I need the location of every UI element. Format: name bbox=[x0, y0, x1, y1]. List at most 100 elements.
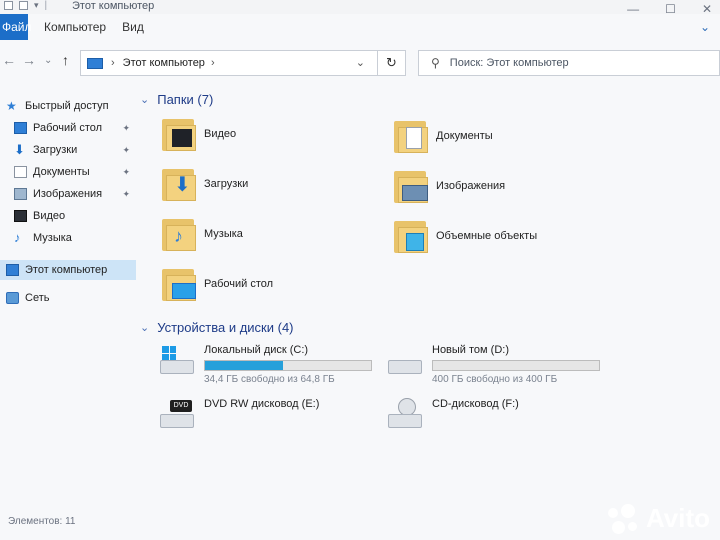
folder-item-video[interactable]: Видео bbox=[160, 112, 236, 156]
window-title: Этот компьютер bbox=[72, 0, 155, 12]
tab-file[interactable]: Файл bbox=[0, 14, 32, 40]
back-arrow-icon[interactable]: ← bbox=[2, 52, 16, 68]
drive-item-f[interactable]: CD-дисковод (F:) bbox=[386, 398, 519, 434]
navigation-pane: ★ Быстрый доступ Рабочий стол ✦ ⬇ Загруз… bbox=[0, 92, 136, 512]
folder-label: Документы bbox=[436, 130, 493, 142]
computer-icon bbox=[6, 264, 19, 276]
breadcrumb-chevron-icon[interactable]: › bbox=[211, 57, 215, 69]
quick-access-dropdown-icon[interactable]: ▾ bbox=[34, 0, 39, 11]
search-placeholder: Поиск: Этот компьютер bbox=[449, 57, 569, 69]
computer-icon bbox=[87, 57, 103, 69]
drive-name: Новый том (D:) bbox=[432, 344, 509, 356]
drive-free-space: 400 ГБ свободно из 400 ГБ bbox=[432, 374, 558, 385]
drive-usage-fill bbox=[205, 361, 284, 370]
avito-logo-icon bbox=[607, 503, 642, 534]
navigation-bar: ← → ⌄ ↑ › Этот компьютер › ⌄ ↻ ⚲ Поиск: … bbox=[0, 44, 720, 80]
pin-icon[interactable]: ✦ bbox=[122, 123, 130, 134]
documents-folder-icon bbox=[392, 117, 428, 155]
pictures-folder-icon bbox=[392, 167, 428, 205]
folder-label: Рабочий стол bbox=[204, 278, 274, 290]
windows-drive-icon bbox=[158, 344, 198, 380]
devices-group-header[interactable]: ⌄ Устройства и диски (4) bbox=[140, 320, 294, 335]
folder-label: Загрузки bbox=[204, 178, 249, 190]
collapse-chevron-icon[interactable]: ⌄ bbox=[140, 93, 149, 106]
sidebar-item-documents[interactable]: Документы ✦ bbox=[0, 162, 136, 182]
address-dropdown-icon[interactable]: ⌄ bbox=[356, 56, 365, 69]
status-item-count: Элементов: 11 bbox=[8, 516, 76, 527]
search-input[interactable]: ⚲ Поиск: Этот компьютер bbox=[418, 50, 720, 76]
tab-view[interactable]: Вид bbox=[122, 20, 144, 34]
drive-item-e[interactable]: DVD DVD RW дисковод (E:) bbox=[158, 398, 319, 434]
sidebar-item-label: Быстрый доступ bbox=[25, 100, 109, 112]
quick-access-toolbar: ▾ | bbox=[4, 0, 47, 11]
recent-locations-icon[interactable]: ⌄ bbox=[44, 55, 52, 66]
quick-access-new-folder-icon[interactable] bbox=[19, 1, 28, 10]
sidebar-item-label: Видео bbox=[33, 210, 66, 222]
sidebar-item-video[interactable]: Видео bbox=[0, 206, 136, 226]
sidebar-item-music[interactable]: ♪ Музыка bbox=[0, 228, 136, 248]
folder-label: Объемные объекты bbox=[436, 230, 538, 242]
breadcrumb-chevron-icon[interactable]: › bbox=[111, 57, 115, 69]
folder-label: Музыка bbox=[204, 228, 243, 240]
ribbon-tabs: Файл Компьютер Вид ⌄ bbox=[0, 14, 720, 40]
star-icon: ★ bbox=[6, 99, 17, 113]
folder-item-music[interactable]: ♪ Музыка bbox=[160, 212, 243, 256]
network-icon bbox=[6, 292, 19, 304]
drive-item-d[interactable]: Новый том (D:) 400 ГБ свободно из 400 ГБ bbox=[386, 344, 600, 385]
drive-name: Локальный диск (C:) bbox=[204, 344, 309, 356]
drive-usage-bar bbox=[204, 360, 372, 371]
sidebar-item-this-pc[interactable]: Этот компьютер bbox=[0, 260, 136, 280]
forward-arrow-icon[interactable]: → bbox=[22, 52, 36, 68]
folder-item-pictures[interactable]: Изображения bbox=[392, 164, 505, 208]
collapse-chevron-icon[interactable]: ⌄ bbox=[140, 321, 149, 334]
folder-item-downloads[interactable]: ⬇ Загрузки bbox=[160, 162, 248, 206]
sidebar-item-pictures[interactable]: Изображения ✦ bbox=[0, 184, 136, 204]
breadcrumb-this-pc[interactable]: Этот компьютер bbox=[123, 57, 205, 69]
sidebar-item-label: Загрузки bbox=[33, 144, 78, 156]
sidebar-item-network[interactable]: Сеть bbox=[0, 288, 136, 308]
dvd-drive-icon: DVD bbox=[158, 398, 198, 434]
address-bar[interactable]: › Этот компьютер › ⌄ ↻ bbox=[80, 50, 406, 76]
title-bar: ▾ | Этот компьютер — ☐ ✕ bbox=[0, 0, 720, 16]
pin-icon[interactable]: ✦ bbox=[122, 167, 130, 178]
sidebar-item-label: Этот компьютер bbox=[25, 264, 108, 276]
sidebar-item-desktop[interactable]: Рабочий стол ✦ bbox=[0, 118, 136, 138]
folder-item-desktop[interactable]: Рабочий стол bbox=[160, 262, 273, 306]
sidebar-item-quick-access[interactable]: ★ Быстрый доступ bbox=[0, 96, 136, 116]
refresh-icon[interactable]: ↻ bbox=[377, 51, 405, 75]
sidebar-item-label: Сеть bbox=[25, 292, 50, 304]
download-icon: ⬇ bbox=[14, 142, 25, 157]
pin-icon[interactable]: ✦ bbox=[122, 145, 130, 156]
group-heading: Папки (7) bbox=[157, 92, 214, 107]
drive-name: DVD RW дисковод (E:) bbox=[204, 398, 320, 410]
folder-label: Видео bbox=[204, 128, 237, 140]
drive-usage-bar bbox=[432, 360, 600, 371]
search-icon: ⚲ bbox=[431, 56, 440, 70]
hard-drive-icon bbox=[386, 344, 426, 380]
sidebar-item-label: Документы bbox=[33, 166, 90, 178]
up-arrow-icon[interactable]: ↑ bbox=[62, 52, 69, 68]
video-folder-icon bbox=[160, 115, 196, 153]
drive-item-c[interactable]: Локальный диск (C:) 34,4 ГБ свободно из … bbox=[158, 344, 372, 385]
folder-label: Изображения bbox=[436, 180, 506, 192]
drive-free-space: 34,4 ГБ свободно из 64,8 ГБ bbox=[204, 374, 335, 385]
folders-group-header[interactable]: ⌄ Папки (7) bbox=[140, 92, 213, 107]
watermark-text: Avito bbox=[645, 503, 710, 533]
pictures-icon bbox=[14, 188, 27, 200]
video-icon bbox=[14, 210, 27, 222]
folder-item-documents[interactable]: Документы bbox=[392, 114, 493, 158]
pin-icon[interactable]: ✦ bbox=[122, 189, 130, 200]
folder-item-3d-objects[interactable]: Объемные объекты bbox=[392, 214, 537, 258]
explorer-window: ▾ | Этот компьютер — ☐ ✕ Файл Компьютер … bbox=[0, 0, 720, 540]
sidebar-item-downloads[interactable]: ⬇ Загрузки ✦ bbox=[0, 140, 136, 160]
downloads-folder-icon: ⬇ bbox=[160, 165, 196, 203]
music-folder-icon: ♪ bbox=[160, 215, 196, 253]
quick-access-properties-icon[interactable] bbox=[4, 1, 13, 10]
title-separator: | bbox=[44, 0, 48, 11]
ribbon-collapse-icon[interactable]: ⌄ bbox=[700, 20, 710, 34]
tab-computer[interactable]: Компьютер bbox=[44, 20, 106, 34]
documents-icon bbox=[14, 166, 27, 178]
3d-objects-folder-icon bbox=[392, 217, 428, 255]
desktop-icon bbox=[14, 122, 27, 134]
sidebar-item-label: Изображения bbox=[33, 188, 103, 200]
